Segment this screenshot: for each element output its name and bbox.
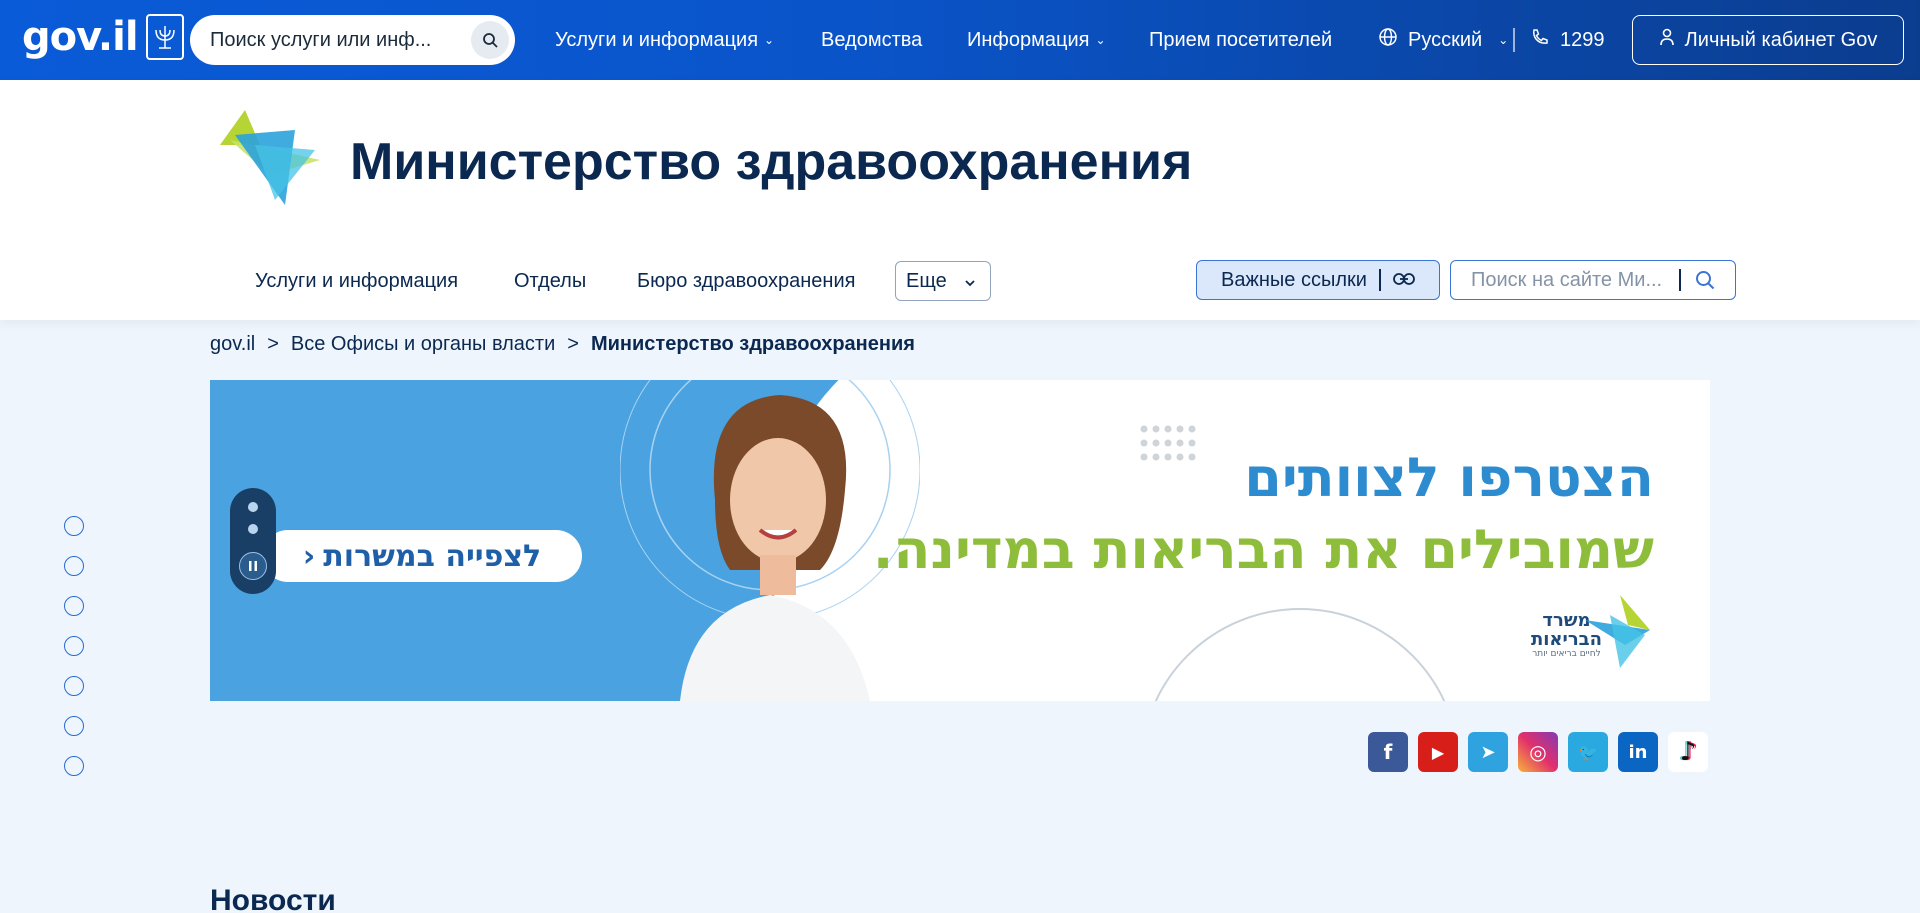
site-search [1450,260,1736,300]
view-jobs-button[interactable]: לצפייה במשרות ‹ [262,530,582,582]
global-search [190,15,515,65]
youtube-icon[interactable]: ▶ [1418,732,1458,772]
ministry-star-icon [1585,595,1650,668]
breadcrumb: gov.il > Все Офисы и органы власти > Мин… [210,333,915,356]
view-jobs-label: לצפייה במשרות [323,538,542,574]
subnav-departments[interactable]: Отделы [514,270,586,293]
breadcrumb-separator: > [267,333,279,355]
section-dot[interactable] [64,676,84,696]
phone-number: 1299 [1560,28,1605,51]
pager-dot[interactable] [248,502,258,512]
topbar-divider [1513,28,1515,52]
link-icon [1393,269,1415,292]
ministry-title: Министерство здравоохранения [350,133,1193,191]
globe-icon [1378,27,1398,53]
personal-cabinet-button[interactable]: Личный кабинет Gov [1632,15,1904,65]
pager-dot[interactable] [248,524,258,534]
search-icon[interactable] [471,21,509,59]
important-links-label: Важные ссылки [1221,268,1367,291]
section-dot-nav [64,516,84,796]
section-dot[interactable] [64,516,84,536]
section-dot[interactable] [64,556,84,576]
topnav-departments[interactable]: Ведомства [821,0,922,80]
tiktok-icon[interactable]: ♪ [1668,732,1708,772]
language-label: Русский [1408,28,1483,51]
site-search-input[interactable] [1471,268,1671,292]
linkedin-icon[interactable]: in [1618,732,1658,772]
section-dot[interactable] [64,636,84,656]
gov-brand[interactable]: gov.il [22,14,184,60]
divider [1378,269,1381,291]
user-icon [1659,28,1675,52]
topnav-reception[interactable]: Прием посетителей [1149,0,1332,80]
state-emblem-icon [145,14,184,60]
section-dot[interactable] [64,756,84,776]
ministry-header: Министерство здравоохранения Услуги и ин… [0,80,1920,320]
decorative-dots [1140,425,1196,461]
breadcrumb-current: Министерство здравоохранения [590,333,915,355]
news-heading: Новости [210,884,336,913]
gov-logo-text: gov.il [22,14,139,60]
topnav-departments-label: Ведомства [821,28,923,51]
topnav-services[interactable]: Услуги и информация ⌄ [555,0,774,80]
chevron-down-icon: ⌄ [764,33,775,47]
banner-headline-2: שמובילים את הבריאות במדינה. [872,518,1654,581]
more-label: Еще [906,269,947,292]
chevron-down-icon: ⌄ [1095,33,1106,47]
subnav-bureau[interactable]: Бюро здравоохранения [637,270,855,293]
chevron-down-icon: ⌄ [1498,33,1509,47]
hero-banner[interactable]: לצפייה במשרות ‹ הצטרפו לצוותים שמובילים … [210,380,1710,701]
decorative-arc [1140,608,1460,701]
chevron-down-icon [964,270,976,293]
important-links-button[interactable]: Важные ссылки [1196,260,1440,300]
breadcrumb-offices[interactable]: Все Офисы и органы власти [291,333,555,356]
banner-pager [230,488,276,594]
divider [1679,269,1681,291]
section-dot[interactable] [64,596,84,616]
twitter-icon[interactable]: 🐦 [1568,732,1608,772]
chevron-left-icon: ‹ [302,538,316,574]
banner-headline-1: הצטרפו לצוותים [1244,446,1654,509]
pause-icon[interactable] [239,552,267,580]
topnav-reception-label: Прием посетителей [1149,28,1333,51]
phone-link[interactable]: 1299 [1530,0,1605,80]
breadcrumb-home[interactable]: gov.il [210,333,255,356]
topnav-information[interactable]: Информация ⌄ [967,0,1106,80]
search-icon[interactable] [1695,270,1715,290]
breadcrumb-separator: > [567,333,579,355]
subnav-services[interactable]: Услуги и информация [255,270,458,293]
phone-icon [1530,27,1550,53]
instagram-icon[interactable]: ◎ [1518,732,1558,772]
section-dot[interactable] [64,716,84,736]
topnav-services-label: Услуги и информация [555,28,759,51]
telegram-icon[interactable]: ➤ [1468,732,1508,772]
more-dropdown[interactable]: Еще [895,261,991,301]
facebook-icon[interactable]: f [1368,732,1408,772]
topnav-information-label: Информация [967,28,1090,51]
language-selector[interactable]: Русский ⌄ [1378,0,1508,80]
gov-topbar: gov.il Услуги и информация ⌄ Ведомства И… [0,0,1920,80]
social-links: f ▶ ➤ ◎ 🐦 in ♪ [1368,732,1708,772]
global-search-input[interactable] [210,28,460,52]
personal-cabinet-label: Личный кабинет Gov [1684,28,1878,51]
ministry-logo[interactable] [215,105,325,210]
